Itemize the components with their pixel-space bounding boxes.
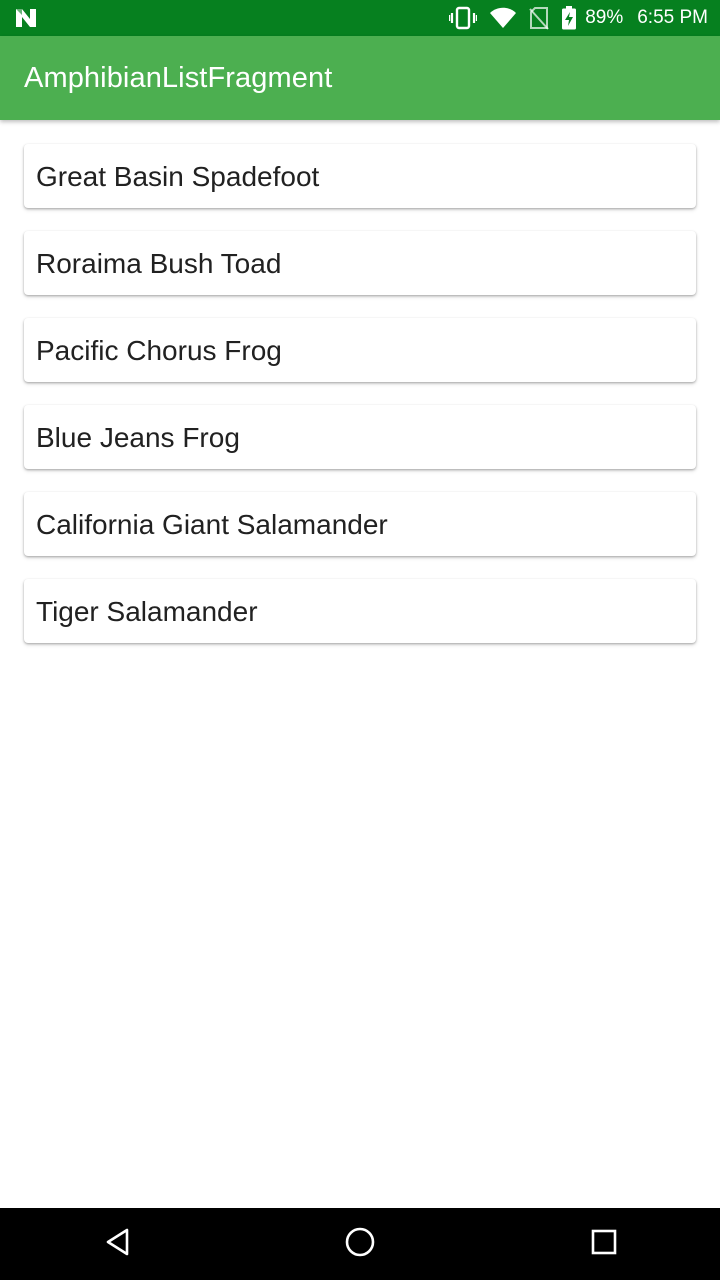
list-item-label: Roraima Bush Toad [36, 248, 282, 279]
battery-percent: 89% [585, 7, 624, 28]
home-button[interactable] [312, 1208, 408, 1280]
back-button[interactable] [70, 1208, 166, 1280]
vibrate-icon [449, 6, 478, 30]
list-item-label: Tiger Salamander [36, 596, 258, 627]
navigation-bar [0, 1208, 720, 1280]
list-item-label: Blue Jeans Frog [36, 422, 240, 453]
app-bar: AmphibianListFragment [0, 36, 720, 120]
list-item-label: Pacific Chorus Frog [36, 335, 282, 366]
list-item-label: California Giant Salamander [36, 509, 388, 540]
list-item[interactable]: Roraima Bush Toad [24, 231, 696, 295]
screen: 89% 6:55 PM AmphibianListFragment Great … [0, 0, 720, 1280]
list-item[interactable]: Blue Jeans Frog [24, 405, 696, 469]
list-item[interactable]: Great Basin Spadefoot [24, 144, 696, 208]
battery-charging-icon [561, 6, 577, 30]
status-bar: 89% 6:55 PM [0, 0, 720, 36]
list-item-label: Great Basin Spadefoot [36, 161, 320, 192]
list-item[interactable]: California Giant Salamander [24, 492, 696, 556]
list-item[interactable]: Tiger Salamander [24, 579, 696, 643]
wifi-icon [489, 6, 517, 30]
app-title: AmphibianListFragment [24, 62, 333, 94]
status-icons: 89% 6:55 PM [449, 0, 708, 36]
recents-button[interactable] [556, 1208, 652, 1280]
notification-n-icon [14, 7, 38, 29]
list-item[interactable]: Pacific Chorus Frog [24, 318, 696, 382]
clock: 6:55 PM [637, 7, 708, 28]
back-icon [103, 1227, 133, 1262]
recents-icon [590, 1228, 618, 1261]
no-sim-icon [529, 6, 549, 30]
home-icon [344, 1226, 376, 1263]
